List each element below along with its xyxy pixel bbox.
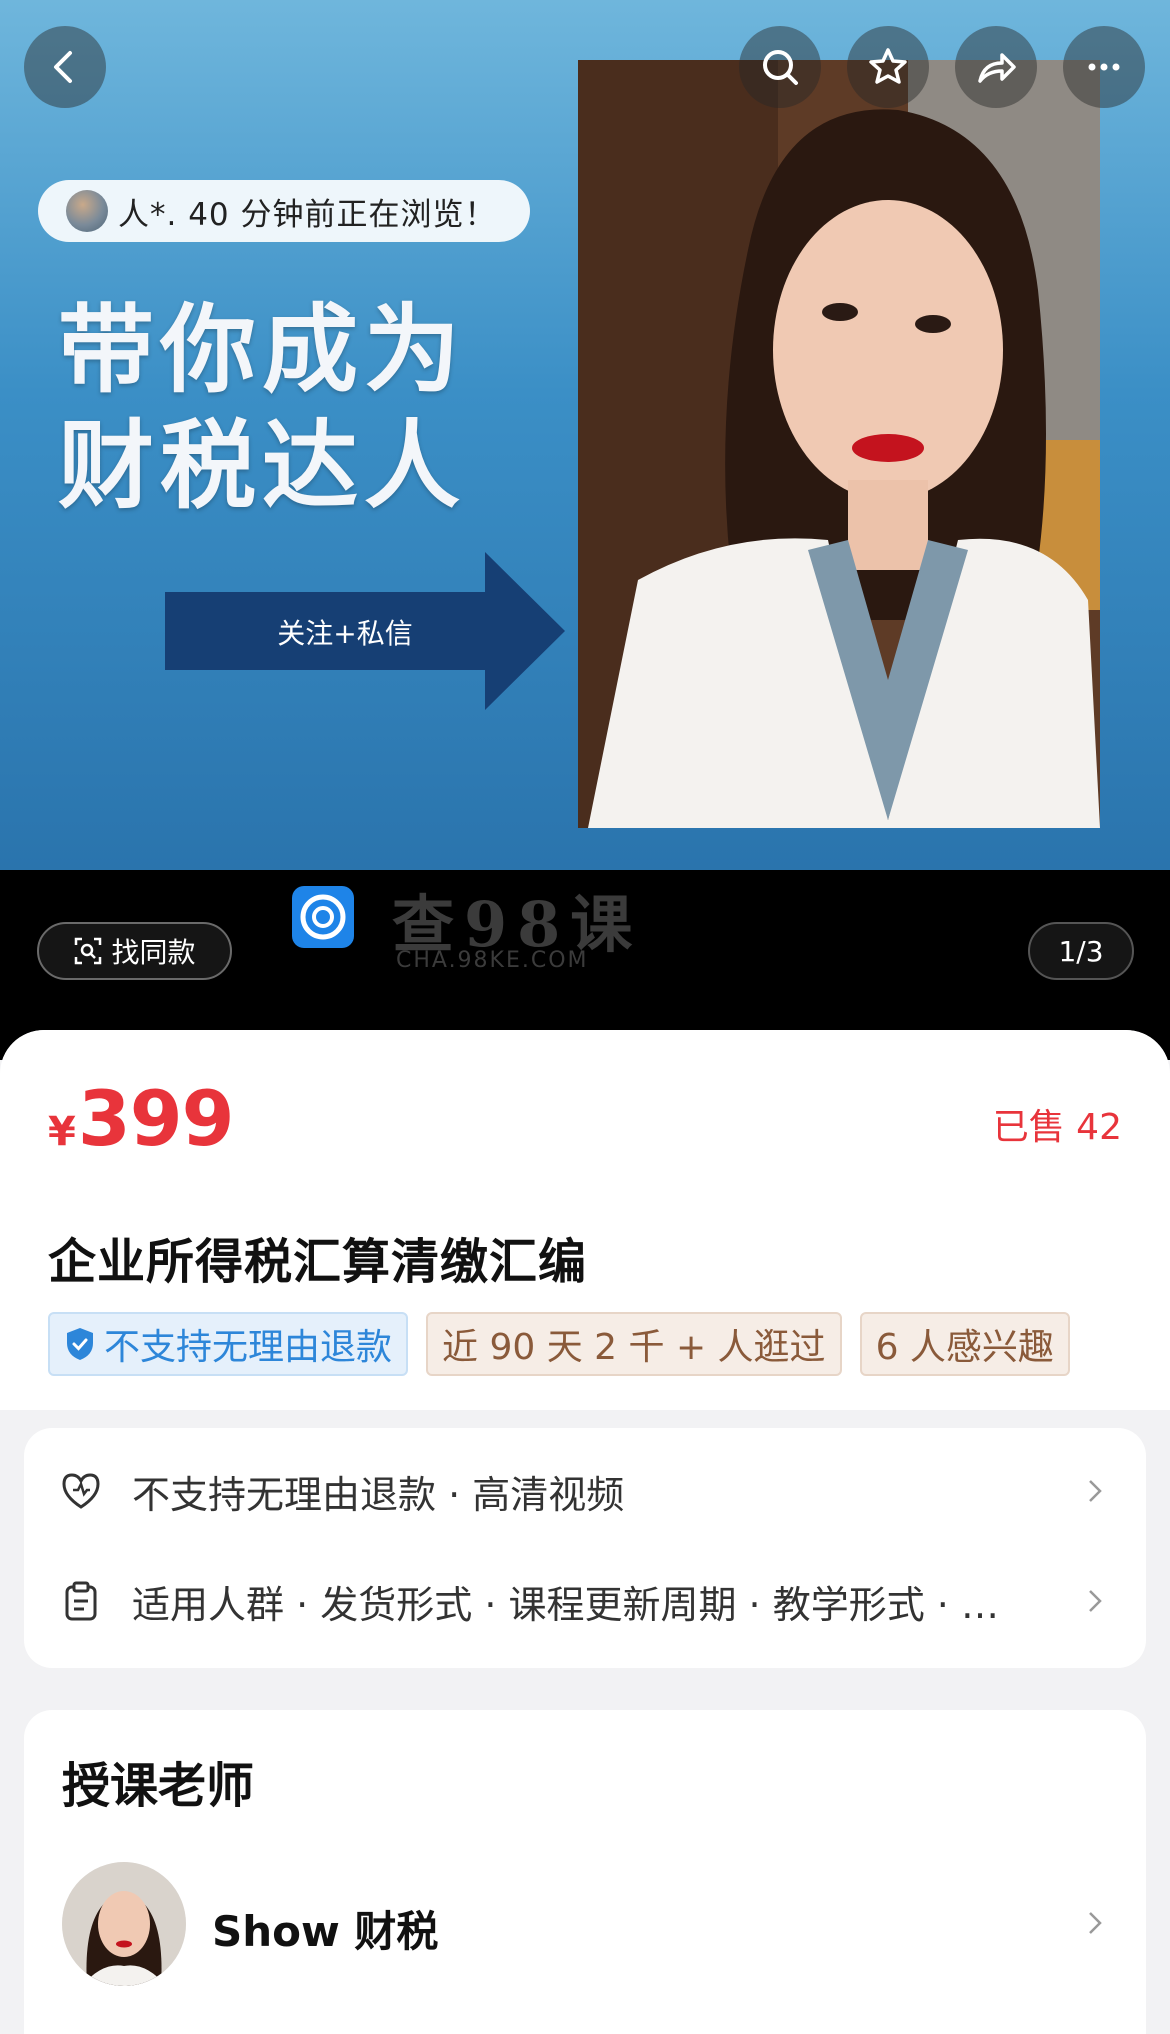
teacher-name[interactable]: Show 财税 — [212, 1898, 438, 1959]
service-row-text: 不支持无理由退款 · 高清视频 — [132, 1472, 625, 1517]
course-params-row[interactable]: 适用人群 · 发货形式 · 课程更新周期 · 教学形式 · … — [60, 1566, 1110, 1636]
product-tags: 不支持无理由退款 近 90 天 2 千 + 人逛过 6 人感兴趣 — [48, 1312, 1070, 1376]
teacher-card: 授课老师 Show 财税 — [24, 1710, 1146, 2034]
currency-symbol: ¥ — [48, 1109, 76, 1155]
course-params-text: 适用人群 · 发货形式 · 课程更新周期 · 教学形式 · … — [132, 1582, 999, 1627]
viewer-avatar — [66, 190, 108, 232]
service-info-card: 不支持无理由退款 · 高清视频 适用人群 · 发货形式 · 课程更新周期 · 教… — [24, 1428, 1146, 1668]
arrow-text: 关注+私信 — [277, 617, 413, 650]
favorite-button[interactable] — [847, 26, 929, 108]
star-icon — [869, 48, 907, 84]
instructor-photo — [578, 60, 1100, 828]
price: ¥ 399 — [48, 1074, 234, 1163]
search-icon — [763, 50, 798, 85]
tag-text: 不支持无理由退款 — [104, 1327, 393, 1368]
share-icon — [978, 53, 1016, 83]
search-button[interactable] — [739, 26, 821, 108]
product-image-carousel[interactable]: 人*. 40 分钟前正在浏览！ 带你成为 财税达人 关注+私信 — [0, 0, 1170, 870]
chevron-right-icon — [1089, 1590, 1102, 1612]
visitors-tag: 近 90 天 2 千 + 人逛过 — [426, 1312, 842, 1376]
back-icon — [54, 51, 72, 83]
teacher-avatar[interactable] — [62, 1862, 186, 1986]
more-icon — [1088, 63, 1120, 71]
page-indicator-text: 1/3 — [1058, 934, 1104, 968]
hero-headline: 带你成为 财税达人 — [58, 292, 466, 524]
teacher-heading: 授课老师 — [62, 1758, 255, 1814]
watermark-url: CHA.98KE.COM — [396, 948, 589, 973]
heart-shield-icon — [62, 1473, 100, 1509]
headline-line-1: 带你成为 — [58, 294, 466, 406]
find-similar-label: 找同款 — [111, 936, 196, 969]
price-value: 399 — [77, 1074, 235, 1163]
scan-icon — [75, 937, 102, 965]
product-title: 企业所得税汇算清缴汇编 — [48, 1234, 588, 1290]
refund-policy-tag: 不支持无理由退款 — [48, 1312, 409, 1376]
interest-tag: 6 人感兴趣 — [859, 1312, 1070, 1376]
shield-icon — [67, 1328, 93, 1360]
recent-viewer-banner: 人*. 40 分钟前正在浏览！ — [38, 180, 530, 242]
more-button[interactable] — [1063, 26, 1145, 108]
clipboard-icon — [65, 1581, 97, 1621]
tag-text: 6 人感兴趣 — [875, 1327, 1054, 1368]
service-row[interactable]: 不支持无理由退款 · 高清视频 — [60, 1456, 1110, 1526]
chevron-right-icon[interactable] — [1080, 1908, 1110, 1938]
headline-line-2: 财税达人 — [58, 410, 466, 522]
image-page-indicator: 1/3 — [1028, 922, 1134, 980]
share-button[interactable] — [955, 26, 1037, 108]
viewer-text: 人*. 40 分钟前正在浏览！ — [118, 196, 497, 233]
find-similar-button[interactable]: 找同款 — [37, 922, 232, 980]
tag-text: 近 90 天 2 千 + 人逛过 — [442, 1327, 826, 1368]
watermark-logo — [292, 886, 354, 948]
chevron-right-icon — [1089, 1480, 1102, 1502]
sold-count: 已售 42 — [992, 1107, 1122, 1148]
back-button[interactable] — [24, 26, 106, 108]
